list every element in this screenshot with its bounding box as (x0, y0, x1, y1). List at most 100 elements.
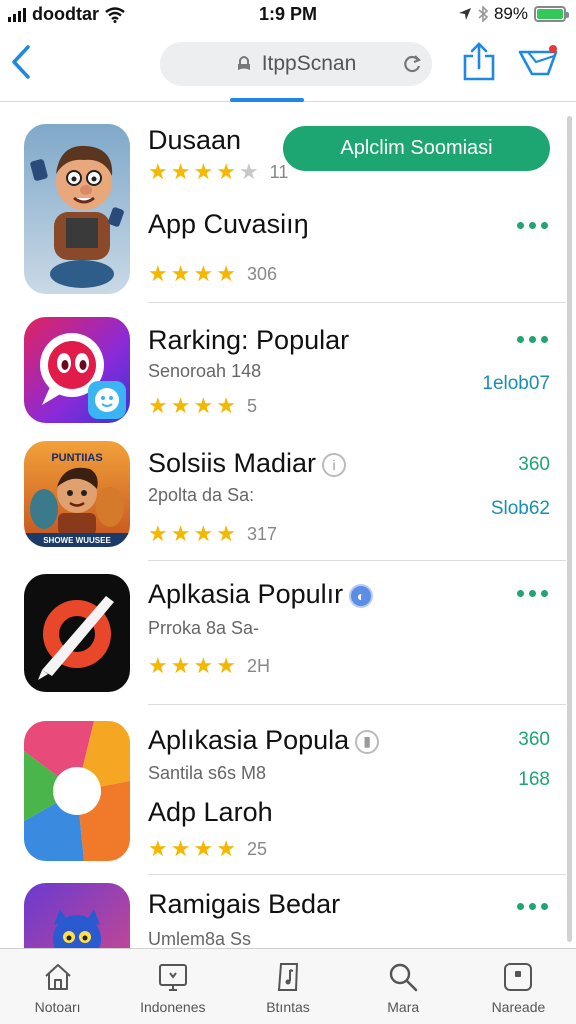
app-icon-pen[interactable] (24, 574, 130, 692)
star-icon: ★ (193, 159, 214, 184)
app-size: 1elob07 (482, 373, 550, 394)
more-options-icon[interactable] (517, 222, 548, 229)
app-title: Solsiis Madiar i (148, 448, 347, 479)
rating-stars: ★ ★ ★ ★ 306 (148, 261, 277, 287)
tab-box[interactable]: Nareade (461, 949, 576, 1024)
rating-count: 317 (246, 523, 277, 544)
app-title: Aplkasia Populır ◐ (148, 579, 374, 610)
app-icon-game[interactable]: PUNTIIAS SHOWE WUUSEE (24, 441, 130, 547)
app-row[interactable]: Dusaan ★ ★ ★ ★ ★ 11 Aplclim Soomiasi App Cuv… (0, 103, 576, 303)
box-icon (504, 963, 533, 991)
app-row[interactable]: Rarking: Popular Senoroah 148 1elob07 ★ ★… (0, 303, 576, 428)
rating-count: 11 (269, 161, 289, 182)
app-row[interactable]: Aplıkasia Popula ▮ 360 Santila s6s M8 168… (0, 705, 576, 875)
scrollbar[interactable] (567, 116, 572, 942)
star-icon: ★ (170, 159, 191, 184)
star-icon: ★ (193, 653, 214, 678)
app-title: Aplıkasia Popula ▮ (148, 725, 380, 756)
app-metric: 360 (518, 454, 550, 475)
app-icon-messenger[interactable] (24, 317, 130, 423)
rating-stars: ★ ★ ★ ★ 317 (148, 521, 277, 547)
app-size: Slob62 (490, 498, 550, 519)
share-icon[interactable] (460, 42, 498, 82)
app-metric: 360 (518, 729, 550, 750)
status-bar: doodtar 1:9 PM 89% (0, 0, 576, 30)
back-chevron-icon[interactable] (6, 42, 36, 82)
status-right: 89% (458, 4, 569, 24)
star-icon: ★ (216, 521, 236, 546)
app-title: Dusaan (148, 125, 242, 155)
search-icon (390, 963, 418, 992)
tab-label: Notoarı (34, 999, 81, 1015)
star-icon: ★ (216, 159, 236, 184)
star-icon: ★ (216, 393, 236, 418)
tab-indicator (230, 98, 304, 102)
more-options-icon[interactable] (517, 336, 548, 343)
cart-icon[interactable] (518, 44, 560, 82)
rating-count: 25 (246, 838, 267, 859)
rating-count: 5 (246, 395, 257, 416)
bluetooth-icon (478, 6, 488, 22)
app-icon-cartoon[interactable] (24, 124, 130, 294)
rating-count: 2H (246, 655, 270, 676)
app-row[interactable]: Aplkasia Populır ◐ Prroka 8a Sa- ★ ★ ★ ★ 2H (0, 561, 576, 705)
star-icon: ★ (148, 159, 168, 184)
app-subtitle: 2polta da Sa: (148, 485, 255, 505)
location-icon (458, 8, 471, 20)
home-icon (44, 964, 71, 990)
star-icon: ★ (148, 521, 168, 546)
app-subtitle: Umlem8a Ss (148, 929, 252, 948)
app-icon-character[interactable] (24, 883, 130, 948)
tab-music[interactable]: Btıntas (230, 949, 345, 1024)
star-icon: ★ (193, 521, 214, 546)
info-badge-icon: ▮ (355, 729, 380, 754)
app-title: Ramigais Bedar (148, 889, 341, 919)
install-button[interactable]: Aplclim Soomiasi (283, 126, 550, 171)
reload-icon[interactable] (402, 54, 422, 74)
app-subtitle: Santila s6s M8 (148, 763, 267, 783)
battery-icon (534, 6, 569, 22)
tab-bar: Notoarı Indonenes Btıntas Mara Nareade (0, 948, 576, 1024)
tab-label: Mara (387, 999, 420, 1015)
app-row[interactable]: PUNTIIAS SHOWE WUUSEE Solsiis Madiar i 36… (0, 428, 576, 561)
app-title-text: Aplkasia Populır (148, 579, 344, 609)
rating-stars: ★ ★ ★ ★ 5 (148, 393, 257, 419)
app-icon-colorful[interactable] (24, 721, 130, 861)
icon-text-bottom: SHOWE WUUSEE (43, 536, 111, 545)
music-icon (277, 963, 299, 991)
star-icon: ★ (193, 393, 214, 418)
tab-home[interactable]: Notoarı (0, 949, 115, 1024)
star-icon: ★ (193, 836, 214, 861)
app-secondary-title: Adp Laroh (148, 797, 273, 827)
app-title-text: Solsiis Madiar (148, 448, 317, 478)
tab-tv[interactable]: Indonenes (115, 949, 230, 1024)
more-options-icon[interactable] (517, 903, 548, 910)
app-title: Rarking: Popular (148, 325, 350, 355)
rating-count: 306 (246, 263, 277, 284)
star-icon: ★ (148, 653, 168, 678)
tab-search[interactable]: Mara (346, 949, 461, 1024)
star-icon: ★ (170, 836, 191, 861)
star-icon: ★ (216, 836, 236, 861)
app-subtitle: Senoroah 148 (148, 361, 262, 381)
tv-icon (158, 964, 187, 991)
tab-label: Indonenes (140, 999, 206, 1015)
star-icon: ★ (216, 653, 236, 678)
star-icon: ★ (170, 261, 191, 286)
info-badge-icon: i (322, 452, 347, 477)
app-subtitle: Prroka 8a Sa- (148, 618, 260, 638)
star-icon: ★ (170, 393, 191, 418)
star-icon: ★ (148, 393, 168, 418)
lock-icon (237, 56, 250, 70)
search-field[interactable]: ItppScnan (160, 42, 432, 86)
app-secondary-title: App Cuvasiıŋ (148, 209, 309, 239)
app-row[interactable]: Ramigais Bedar Umlem8a Ss (0, 875, 576, 948)
star-icon: ★ (216, 261, 236, 286)
more-options-icon[interactable] (517, 590, 548, 597)
rating-stars: ★ ★ ★ ★ 25 (148, 836, 267, 862)
icon-text-top: PUNTIIAS (51, 452, 102, 464)
star-empty-icon: ★ (238, 159, 259, 184)
star-icon: ★ (170, 653, 191, 678)
app-size: 168 (518, 769, 550, 790)
star-icon: ★ (148, 261, 168, 286)
